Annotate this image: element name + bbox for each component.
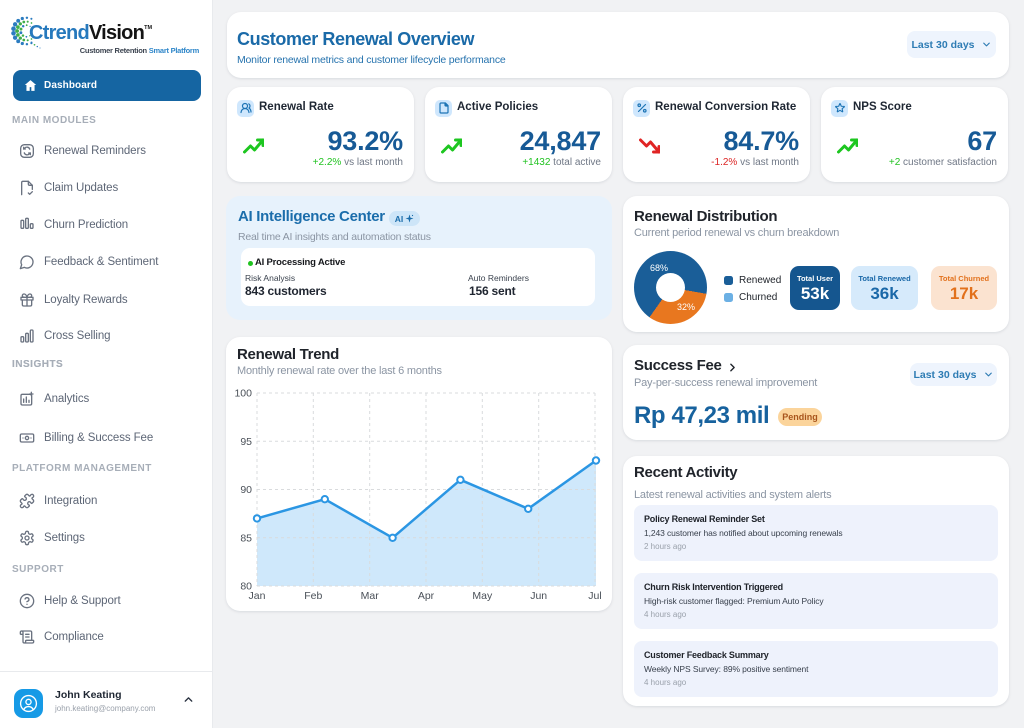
svg-text:85: 85	[240, 532, 252, 544]
svg-text:95: 95	[240, 436, 252, 448]
svg-text:Jan: Jan	[249, 590, 266, 602]
svg-text:Jun: Jun	[530, 590, 547, 602]
svg-text:Apr: Apr	[418, 590, 435, 602]
svg-text:100: 100	[234, 388, 252, 400]
svg-text:Feb: Feb	[304, 590, 322, 602]
svg-text:90: 90	[240, 484, 252, 496]
svg-text:Jul: Jul	[588, 590, 601, 602]
svg-text:May: May	[472, 590, 493, 602]
svg-text:Mar: Mar	[361, 590, 380, 602]
